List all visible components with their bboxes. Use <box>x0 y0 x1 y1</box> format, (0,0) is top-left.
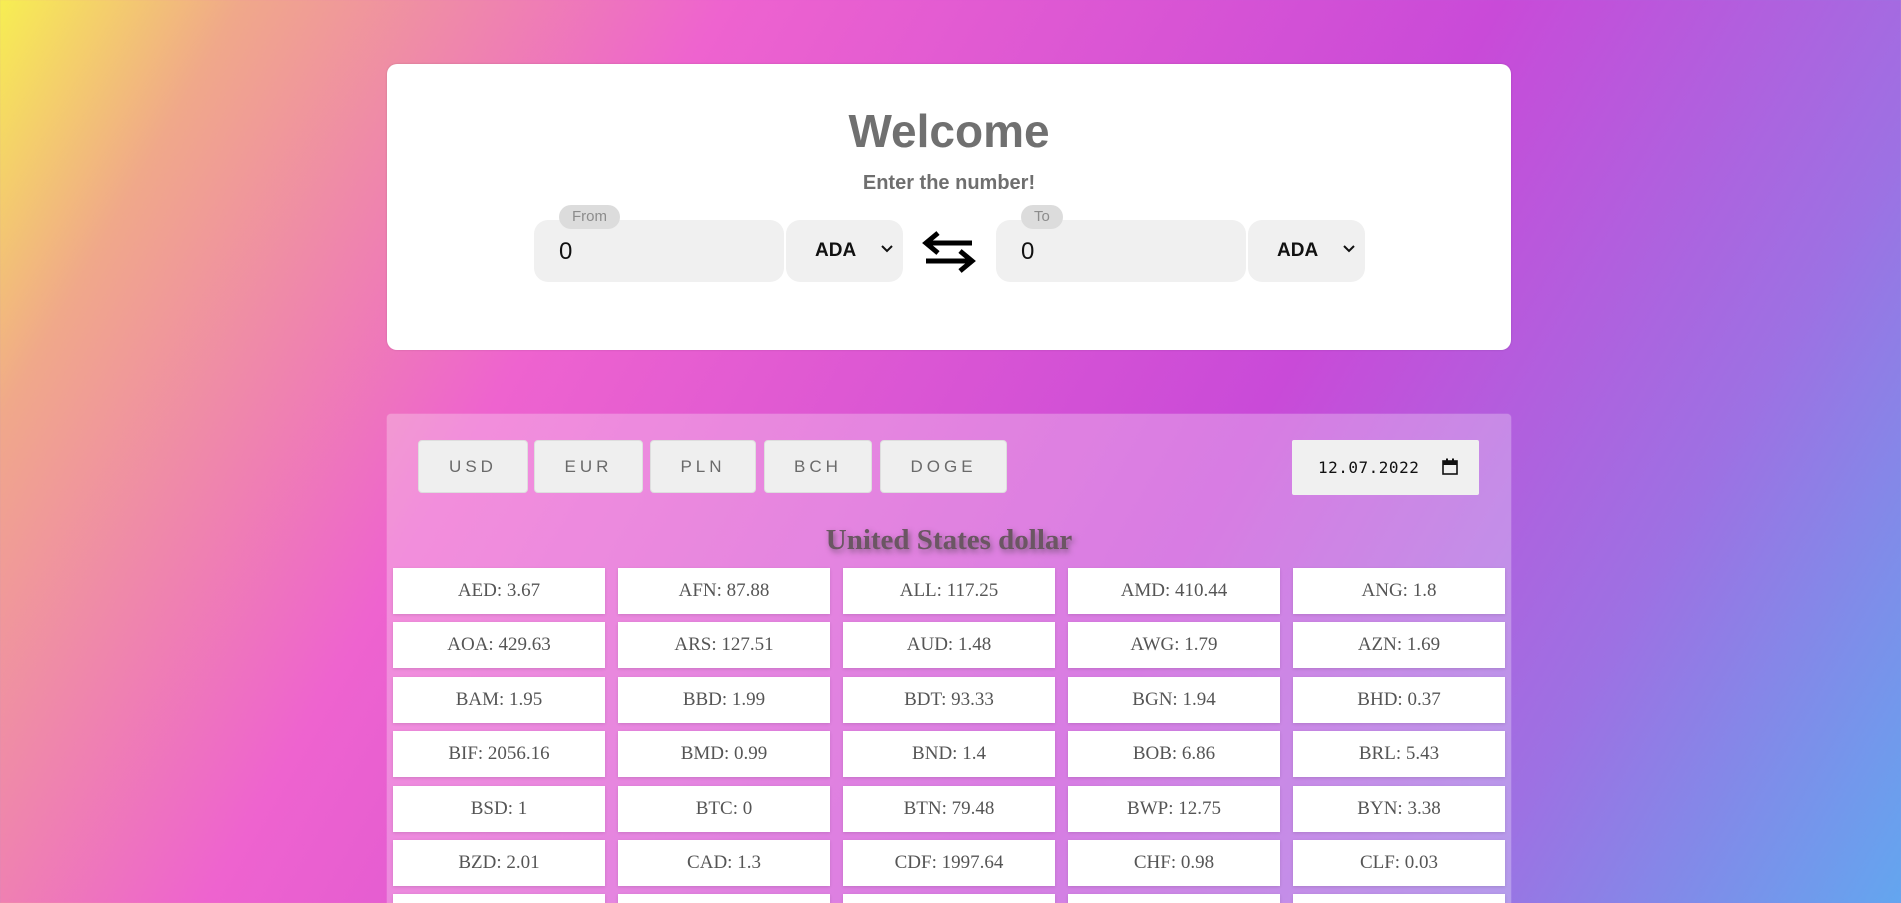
tab-doge[interactable]: DOGE <box>880 440 1007 493</box>
rate-cell: ARS: 127.51 <box>618 622 830 668</box>
rate-cell: ANG: 1.8 <box>1293 568 1505 614</box>
tab-bch[interactable]: BCH <box>764 440 872 493</box>
rate-cell: BBD: 1.99 <box>618 677 830 723</box>
tab-usd[interactable]: USD <box>418 440 528 493</box>
rate-cell: CAD: 1.3 <box>618 840 830 886</box>
rate-cell: BSD: 1 <box>393 786 605 832</box>
chevron-down-icon <box>1343 245 1355 253</box>
from-currency-select[interactable]: ADA <box>786 220 903 282</box>
rate-cell: AZN: 1.69 <box>1293 622 1505 668</box>
rate-cell-partial <box>843 894 1055 903</box>
from-amount-input[interactable] <box>559 238 769 266</box>
rate-cell: BGN: 1.94 <box>1068 677 1280 723</box>
converter-subtitle: Enter the number! <box>862 172 1036 194</box>
rate-cell: AFN: 87.88 <box>618 568 830 614</box>
tab-eur[interactable]: EUR <box>534 440 643 493</box>
date-value[interactable]: 12.07.2022 <box>1318 458 1419 477</box>
rate-cell: BND: 1.4 <box>843 731 1055 777</box>
from-currency-value: ADA <box>815 240 857 261</box>
calendar-icon[interactable] <box>1442 458 1458 475</box>
rate-cell: AMD: 410.44 <box>1068 568 1280 614</box>
from-amount-field[interactable]: From <box>534 205 784 282</box>
base-currency-name: United States dollar <box>825 524 1073 556</box>
rate-cell: BAM: 1.95 <box>393 677 605 723</box>
rate-cell: ALL: 117.25 <box>843 568 1055 614</box>
to-label: To <box>1021 205 1063 229</box>
rate-cell: BRL: 5.43 <box>1293 731 1505 777</box>
converter-card: Welcome Enter the number! From ADA To AD… <box>387 64 1511 350</box>
rate-cell: BHD: 0.37 <box>1293 677 1505 723</box>
rate-cell: BMD: 0.99 <box>618 731 830 777</box>
page-title: Welcome <box>848 105 1050 157</box>
rate-cell-partial <box>393 894 605 903</box>
rate-cell: AED: 3.67 <box>393 568 605 614</box>
rate-cell: BIF: 2056.16 <box>393 731 605 777</box>
rate-cell: AUD: 1.48 <box>843 622 1055 668</box>
rate-cell: BOB: 6.86 <box>1068 731 1280 777</box>
rate-cell: BYN: 3.38 <box>1293 786 1505 832</box>
rate-cell: AWG: 1.79 <box>1068 622 1280 668</box>
chevron-down-icon <box>881 245 893 253</box>
to-currency-value: ADA <box>1277 240 1319 261</box>
rate-cell-partial <box>618 894 830 903</box>
rate-cell: CDF: 1997.64 <box>843 840 1055 886</box>
rate-cell: BDT: 93.33 <box>843 677 1055 723</box>
tab-pln[interactable]: PLN <box>650 440 756 493</box>
to-currency-select[interactable]: ADA <box>1248 220 1365 282</box>
to-amount-field[interactable]: To <box>996 205 1246 282</box>
rate-cell: BTN: 79.48 <box>843 786 1055 832</box>
rate-cell: CHF: 0.98 <box>1068 840 1280 886</box>
rate-cell: BZD: 2.01 <box>393 840 605 886</box>
date-picker[interactable]: 12.07.2022 <box>1292 440 1479 495</box>
rate-cell-partial <box>1068 894 1280 903</box>
rate-cell: BTC: 0 <box>618 786 830 832</box>
rate-cell: CLF: 0.03 <box>1293 840 1505 886</box>
rate-cell: AOA: 429.63 <box>393 622 605 668</box>
rates-panel: USD EUR PLN BCH DOGE 12.07.2022 United S… <box>387 414 1511 903</box>
rate-cell: BWP: 12.75 <box>1068 786 1280 832</box>
to-amount-input[interactable] <box>1021 238 1231 266</box>
rate-cell-partial <box>1293 894 1505 903</box>
from-label: From <box>559 205 620 229</box>
swap-arrows-icon[interactable] <box>920 227 978 277</box>
